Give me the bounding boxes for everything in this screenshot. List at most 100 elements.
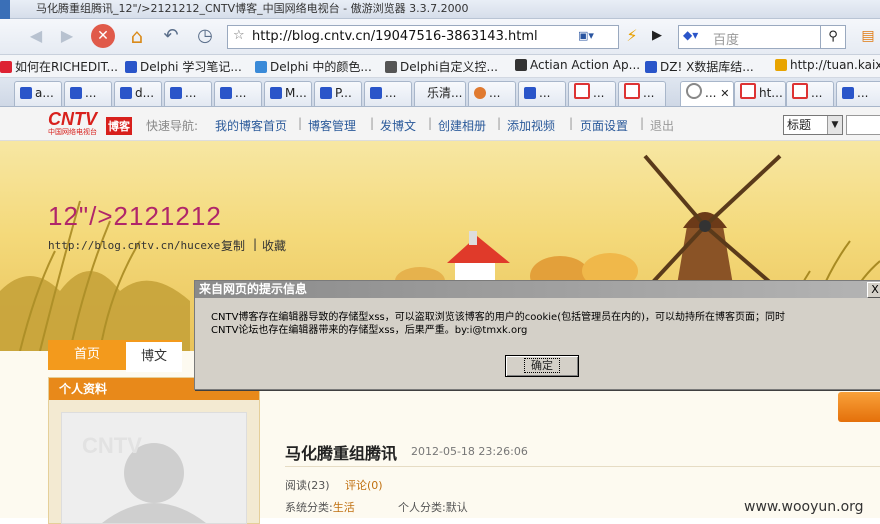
comment-link[interactable]: 评论(0) — [345, 477, 383, 493]
browser-tab[interactable]: ... — [518, 81, 566, 106]
nav-separator: | — [640, 116, 645, 130]
nav-link-add-video[interactable]: 添加视频 — [507, 117, 555, 134]
bookmark-item[interactable]: DZ! X数据库结... — [645, 58, 754, 75]
browser-tab[interactable]: ... — [836, 81, 880, 106]
flash-icon[interactable]: ⚡ — [620, 24, 644, 48]
browser-tab[interactable]: ... — [164, 81, 212, 106]
bookmark-icon — [385, 61, 397, 73]
tab-label: ... — [185, 86, 197, 100]
tab-label: 乐清... — [427, 86, 463, 100]
bookmark-label: Delphi自定义控... — [400, 60, 498, 74]
tab-label: ... — [811, 86, 823, 100]
nav-link-blog-manage[interactable]: 博客管理 — [308, 117, 356, 134]
tab-label: ... — [385, 86, 397, 100]
tab-label: M... — [285, 86, 307, 100]
browser-tab[interactable]: ... — [214, 81, 262, 106]
tab-favicon-icon — [574, 83, 590, 99]
bookmark-item[interactable]: Delphi 中的颜色... — [255, 58, 372, 75]
forward-icon[interactable]: ▶ — [55, 24, 79, 48]
browser-tab[interactable]: ... — [786, 81, 834, 106]
loading-icon — [686, 83, 702, 99]
post-title: 马化腾重组腾讯 — [285, 444, 398, 463]
nav-link-page-settings[interactable]: 页面设置 — [580, 117, 628, 134]
feed-icon[interactable]: ▤ — [856, 24, 880, 48]
tab-label: a... — [35, 86, 54, 100]
url-text: http://blog.cntv.cn/19047516-3863143.htm… — [252, 29, 538, 44]
bookmark-icon — [515, 59, 527, 71]
browser-tab[interactable]: 乐清... — [414, 81, 466, 106]
browser-tab[interactable]: ... — [568, 81, 616, 106]
avatar[interactable]: CNTV — [61, 412, 247, 524]
tab-favicon-icon — [270, 87, 282, 99]
quick-nav-label: 快速导航: — [146, 119, 199, 133]
bookmark-item[interactable]: Delphi自定义控... — [385, 58, 498, 75]
home-icon[interactable]: ⌂ — [125, 24, 149, 48]
tab-favicon-icon — [420, 87, 424, 99]
ok-button[interactable]: 确定 — [505, 355, 579, 377]
post-date: 2012-05-18 23:26:06 — [411, 445, 528, 458]
browser-tab[interactable]: ... — [618, 81, 666, 106]
browser-tab[interactable]: d... — [114, 81, 162, 106]
bookmark-label: Delphi 中的颜色... — [270, 60, 372, 74]
nav-separator: | — [370, 116, 375, 130]
system-category: 系统分类:生活 — [285, 499, 355, 515]
browser-tab[interactable]: ... — [64, 81, 112, 106]
nav-link-logout[interactable]: 退出 — [650, 117, 674, 134]
url-input[interactable]: ☆ http://blog.cntv.cn/19047516-3863143.h… — [227, 25, 619, 49]
search-icon[interactable]: ⚲ — [820, 26, 845, 48]
logo-badge: 博客 — [106, 117, 132, 135]
undo-icon[interactable]: ↶ — [159, 24, 183, 48]
dialog-message: CNTV博客存在编辑器导致的存储型xss，可以盗取浏览该博客的用户的cookie… — [211, 311, 785, 337]
blog-search-input[interactable] — [846, 115, 880, 135]
tab-posts[interactable]: 博文 — [126, 340, 182, 372]
tab-favicon-icon — [842, 87, 854, 99]
back-icon[interactable]: ◀ — [24, 24, 48, 48]
go-icon[interactable]: ▶ — [645, 24, 669, 48]
bookmark-item[interactable]: Delphi 学习笔记... — [125, 58, 242, 75]
tab-label: ... — [857, 86, 869, 100]
nav-link-my-blog[interactable]: 我的博客首页 — [215, 117, 287, 134]
nav-separator: | — [298, 116, 303, 130]
close-tab-icon[interactable]: ✕ — [720, 87, 729, 100]
nav-link-new-post[interactable]: 发博文 — [380, 117, 416, 134]
cntv-nav-bar: CNTV 中国网络电视台 博客 快速导航: 我的博客首页 | 博客管理 | 发博… — [0, 107, 880, 141]
baidu-icon[interactable]: ◆▾ — [683, 28, 698, 42]
stop-icon[interactable]: ✕ — [91, 24, 115, 48]
bookmark-item[interactable]: http://tuan.kaixin — [775, 58, 880, 72]
browser-tab[interactable]: ... — [468, 81, 516, 106]
close-icon[interactable]: X — [867, 282, 880, 298]
browser-tab[interactable]: ... — [364, 81, 412, 106]
bookmarks-bar: 如何在RICHEDIT... Delphi 学习笔记... Delphi 中的颜… — [0, 55, 880, 78]
tab-favicon-icon — [70, 87, 82, 99]
browser-tab-active[interactable]: ... ✕ — [680, 81, 734, 106]
orange-action-button[interactable] — [838, 392, 880, 422]
default-avatar-icon: CNTV — [82, 433, 206, 523]
address-toolbar: ◀ ▶ ✕ ⌂ ↶ ◷ ☆ http://blog.cntv.cn/190475… — [0, 19, 880, 55]
bookmark-icon — [125, 61, 137, 73]
cntv-logo[interactable]: CNTV 中国网络电视台 博客 — [48, 109, 136, 137]
bookmark-label: Actian Action Ap... — [530, 58, 641, 72]
copy-link[interactable]: 复制 — [221, 237, 245, 254]
browser-tab[interactable]: a... — [14, 81, 62, 106]
bookmark-item[interactable]: 如何在RICHEDIT... — [0, 58, 118, 75]
search-input[interactable]: ◆▾ 百度 ⚲ — [678, 25, 846, 49]
browser-tab[interactable]: M... — [264, 81, 312, 106]
bookmark-label: http://tuan.kaixin — [790, 58, 880, 72]
browser-tab[interactable]: ht... — [734, 81, 786, 106]
rss-dropdown-icon[interactable]: ▣▾ — [578, 29, 594, 42]
nav-link-create-album[interactable]: 创建相册 — [438, 117, 486, 134]
star-icon[interactable]: ☆ — [233, 28, 245, 43]
tab-label: ... — [489, 86, 501, 100]
search-type-select[interactable]: 标题 ▼ — [783, 115, 843, 135]
favorite-link[interactable]: 收藏 — [262, 237, 286, 254]
bookmark-label: Delphi 学习笔记... — [140, 60, 242, 74]
browser-tab[interactable]: P... — [314, 81, 362, 106]
tab-label: ... — [643, 86, 655, 100]
history-icon[interactable]: ◷ — [193, 24, 217, 48]
bookmark-item[interactable]: Actian Action Ap... — [515, 58, 640, 72]
tab-home[interactable]: 首页 — [48, 340, 126, 370]
svg-text:CNTV: CNTV — [82, 433, 142, 458]
category-link[interactable]: 生活 — [333, 501, 355, 514]
blog-url[interactable]: http://blog.cntv.cn/hucexe — [48, 239, 220, 252]
search-placeholder: 百度 — [713, 33, 740, 48]
